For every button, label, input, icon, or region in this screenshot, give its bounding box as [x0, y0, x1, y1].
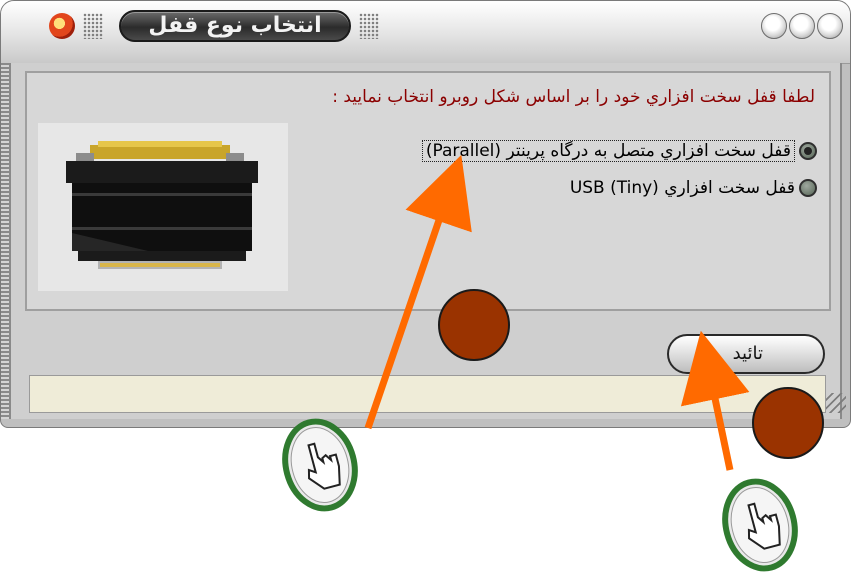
title-grip-icon [83, 13, 103, 39]
title-grip-icon [359, 13, 379, 39]
resize-grip-icon[interactable] [826, 393, 846, 413]
hand-cursor-icon [282, 418, 358, 512]
confirm-button[interactable]: تائيد [667, 334, 825, 374]
highlight-circle-marker [752, 387, 824, 459]
option-usb-label: قفل سخت افزاري USB (Tiny) [569, 178, 795, 198]
selection-panel: لطفا قفل سخت افزاري خود را بر اساس شكل ر… [25, 71, 831, 311]
window-edge-grip [1, 63, 9, 419]
title-bar[interactable]: انتخاب نوع قفل [1, 1, 850, 64]
close-icon[interactable] [817, 13, 843, 39]
lock-type-window: انتخاب نوع قفل لطفا قفل سخت افزاري خود ر… [0, 0, 851, 428]
app-icon[interactable] [49, 13, 75, 39]
status-bar [29, 375, 826, 413]
window-title: انتخاب نوع قفل [119, 10, 351, 42]
maximize-icon[interactable] [789, 13, 815, 39]
option-parallel-lock[interactable]: قفل سخت افزاري متصل به درگاه پرينتر (Par… [421, 139, 817, 163]
option-usb-lock[interactable]: قفل سخت افزاري USB (Tiny) [570, 176, 817, 200]
minimize-icon[interactable] [761, 13, 787, 39]
option-parallel-label: قفل سخت افزاري متصل به درگاه پرينتر (Par… [421, 140, 795, 162]
instruction-text: لطفا قفل سخت افزاري خود را بر اساس شكل ر… [332, 87, 815, 107]
radio-usb[interactable] [799, 179, 817, 197]
highlight-circle-marker [438, 289, 510, 361]
parallel-lock-connector-image [38, 123, 288, 291]
radio-parallel[interactable] [799, 142, 817, 160]
hand-cursor-icon [722, 478, 798, 572]
